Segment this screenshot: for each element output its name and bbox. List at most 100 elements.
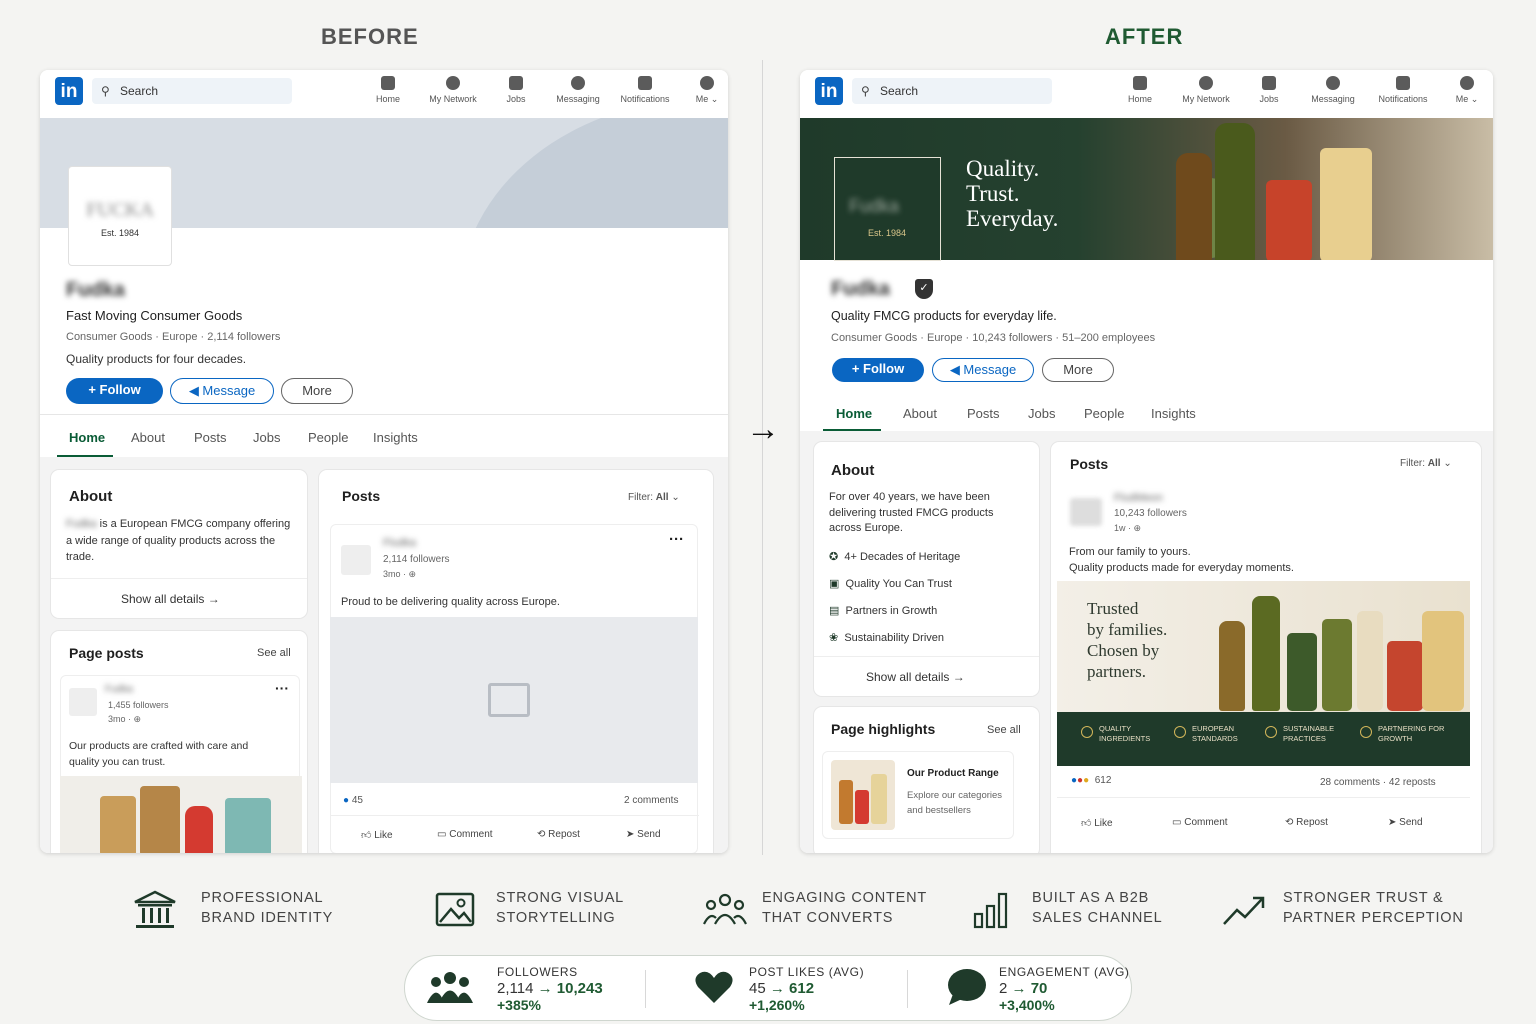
tab-jobs[interactable]: Jobs bbox=[1028, 406, 1055, 421]
tab-posts[interactable]: Posts bbox=[194, 430, 227, 445]
image-icon bbox=[435, 892, 475, 927]
nav-jobs[interactable]: Jobs bbox=[481, 76, 551, 104]
tab-people[interactable]: People bbox=[308, 430, 348, 445]
tab-people[interactable]: People bbox=[1084, 406, 1124, 421]
see-all-link[interactable]: See all bbox=[257, 647, 291, 659]
more-options-icon[interactable]: ··· bbox=[669, 531, 684, 548]
post-preview: Fudka 1,455 followers 3mo · ⊕ ··· Our pr… bbox=[60, 675, 302, 853]
arrow-right-icon: → bbox=[746, 410, 780, 448]
linkedin-logo[interactable]: in bbox=[55, 77, 83, 105]
follow-button[interactable]: + Follow bbox=[66, 378, 163, 404]
nav-me[interactable]: Me ⌄ bbox=[1432, 76, 1493, 105]
nav-notifications[interactable]: Notifications bbox=[1368, 76, 1438, 104]
nav-messaging[interactable]: Messaging bbox=[543, 76, 613, 104]
nav-notifications[interactable]: Notifications bbox=[610, 76, 680, 104]
tab-about[interactable]: About bbox=[131, 430, 165, 445]
nav-network[interactable]: My Network bbox=[418, 76, 488, 104]
avatar bbox=[341, 545, 371, 575]
comment-button[interactable]: ▭ Comment bbox=[437, 829, 493, 840]
search-icon: ⚲ bbox=[861, 84, 870, 98]
bell-icon bbox=[638, 76, 652, 90]
show-all-details-link[interactable]: Show all details → bbox=[121, 592, 220, 606]
tab-about[interactable]: About bbox=[903, 406, 937, 421]
comment-icon: ▭ bbox=[437, 829, 450, 840]
after-heading: AFTER bbox=[1105, 24, 1184, 49]
product-range-thumbnail bbox=[831, 760, 895, 830]
heart-icon bbox=[695, 971, 733, 1003]
tab-home[interactable]: Home bbox=[69, 430, 105, 445]
nav-home[interactable]: Home bbox=[353, 76, 423, 104]
about-card: About Fudka is a European FMCG company o… bbox=[51, 470, 307, 618]
network-icon bbox=[1199, 76, 1213, 90]
more-button[interactable]: More bbox=[1042, 358, 1114, 382]
briefcase-icon bbox=[509, 76, 523, 90]
nav-network[interactable]: My Network bbox=[1171, 76, 1241, 104]
briefcase-icon bbox=[1262, 76, 1276, 90]
chat-icon bbox=[571, 76, 585, 90]
globe-icon: ⊕ bbox=[1133, 523, 1142, 533]
repost-icon: ⟲ bbox=[537, 829, 549, 840]
company-logo: FUCKA Est. 1984 bbox=[68, 166, 172, 266]
bank-icon bbox=[134, 890, 176, 928]
company-name: Fudka bbox=[66, 279, 125, 301]
message-button[interactable]: ◀ Message bbox=[932, 358, 1034, 382]
followers-value: 2,114 → 10,243 bbox=[497, 980, 603, 997]
nav-me[interactable]: Me ⌄ bbox=[672, 76, 728, 105]
message-button[interactable]: ◀ Message bbox=[170, 378, 274, 404]
post: Fludka 2,114 followers 3mo · ⊕ ··· Proud… bbox=[330, 524, 699, 853]
tab-posts[interactable]: Posts bbox=[967, 406, 1000, 421]
post: FludMeon 10,243 followers 1w · ⊕ From ou… bbox=[1057, 484, 1470, 853]
more-button[interactable]: More bbox=[281, 378, 353, 404]
jar-2 bbox=[1322, 619, 1352, 711]
tab-home[interactable]: Home bbox=[836, 406, 872, 421]
company-logo: Fudka Est. 1984 bbox=[834, 157, 941, 261]
nav-messaging[interactable]: Messaging bbox=[1298, 76, 1368, 104]
avatar-icon bbox=[700, 76, 714, 90]
search-input[interactable]: ⚲ Search bbox=[852, 78, 1052, 104]
repost-icon: ⟲ bbox=[1285, 817, 1297, 828]
filter-select[interactable]: Filter: All ⌄ bbox=[1400, 458, 1452, 469]
comments-reposts-count[interactable]: 28 comments · 42 reposts bbox=[1320, 777, 1436, 788]
globe-icon: ⊕ bbox=[408, 569, 417, 579]
follow-button[interactable]: + Follow bbox=[832, 358, 924, 382]
bell-icon bbox=[1396, 76, 1410, 90]
see-all-link[interactable]: See all bbox=[987, 724, 1021, 736]
page-highlights-card: Page highlights See all Our Product Rang… bbox=[814, 707, 1039, 853]
search-icon: ⚲ bbox=[101, 84, 110, 98]
benefit-b2b-channel: BUILT AS A B2B SALES CHANNEL bbox=[1032, 890, 1163, 926]
more-options-icon[interactable]: ··· bbox=[275, 680, 289, 696]
show-all-details-link[interactable]: Show all details → bbox=[866, 670, 965, 684]
search-input[interactable]: ⚲ Search bbox=[92, 78, 292, 104]
tab-insights[interactable]: Insights bbox=[373, 430, 418, 445]
avatar bbox=[69, 688, 97, 716]
send-button[interactable]: ➤ Send bbox=[1388, 817, 1423, 828]
like-button[interactable]: 👍︎ Like bbox=[1081, 817, 1113, 829]
people-group-icon bbox=[427, 972, 473, 1003]
company-description: Quality products for four decades. bbox=[66, 352, 247, 366]
filter-select[interactable]: Filter: All ⌄ bbox=[628, 492, 680, 503]
comment-button[interactable]: ▭ Comment bbox=[1172, 817, 1228, 828]
sauce-bottle bbox=[1357, 611, 1383, 711]
company-tagline: Quality FMCG products for everyday life. bbox=[831, 309, 1057, 323]
company-name: Fudka bbox=[831, 278, 890, 300]
tab-jobs[interactable]: Jobs bbox=[253, 430, 280, 445]
nav-jobs[interactable]: Jobs bbox=[1234, 76, 1304, 104]
badge-partnering: PARTNERING FOR GROWTH bbox=[1360, 724, 1460, 744]
tab-insights[interactable]: Insights bbox=[1151, 406, 1196, 421]
about-item-partners: ▤ Partners in Growth bbox=[829, 605, 938, 617]
chat-icon bbox=[1326, 76, 1340, 90]
like-button[interactable]: 👍︎ Like bbox=[361, 829, 393, 841]
repost-button[interactable]: ⟲ Repost bbox=[1285, 817, 1328, 828]
reaction-count[interactable]: ●●● 612 bbox=[1071, 775, 1111, 786]
after-panel: in ⚲ Search Home My Network Jobs Messagin… bbox=[800, 70, 1493, 853]
home-icon bbox=[381, 76, 395, 90]
nav-home[interactable]: Home bbox=[1105, 76, 1175, 104]
send-button[interactable]: ➤ Send bbox=[626, 829, 661, 840]
linkedin-logo[interactable]: in bbox=[815, 77, 843, 105]
send-icon: ◀ bbox=[188, 383, 203, 398]
highlight-item[interactable]: Our Product Range Explore our categories… bbox=[822, 751, 1014, 839]
bottle-2 bbox=[1215, 123, 1255, 260]
repost-button[interactable]: ⟲ Repost bbox=[537, 829, 580, 840]
company-tagline: Fast Moving Consumer Goods bbox=[66, 308, 243, 323]
top-nav: in ⚲ Search Home My Network Jobs Messagin… bbox=[800, 70, 1493, 118]
